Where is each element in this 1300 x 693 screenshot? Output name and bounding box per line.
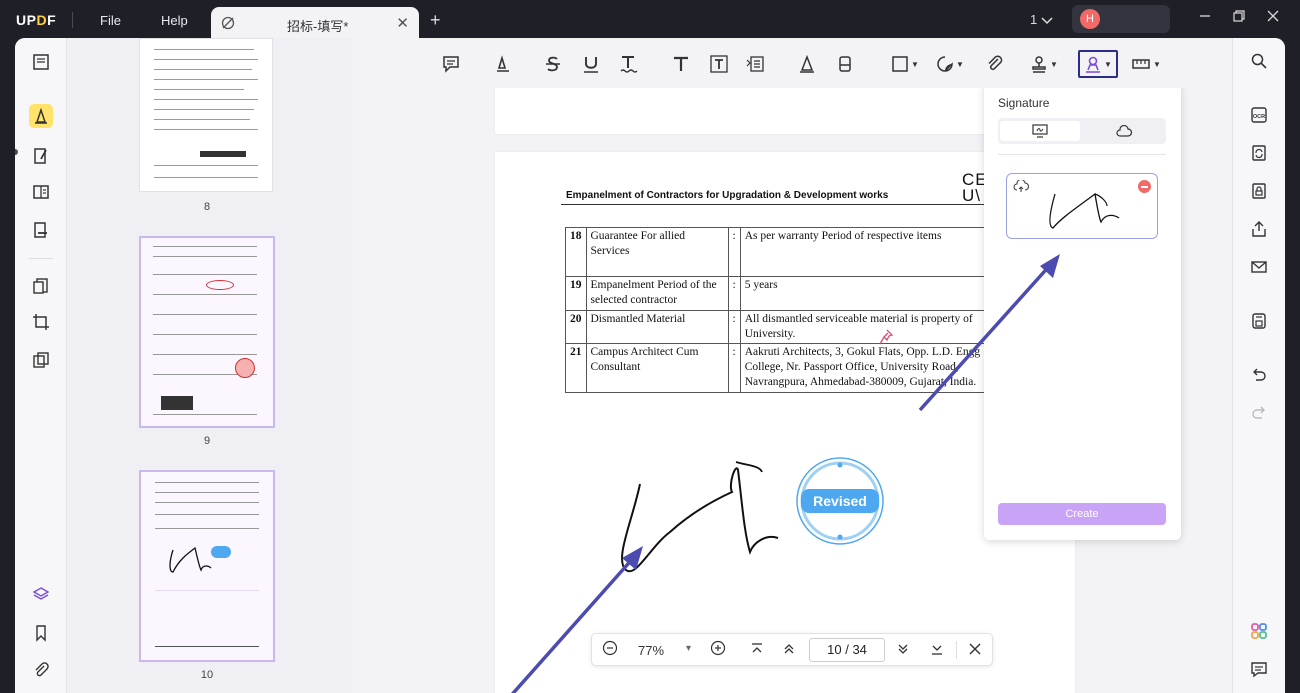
thumbnail-page-8[interactable] [139,38,273,192]
sticker-icon [937,56,953,72]
zoom-out-button[interactable] [602,640,618,656]
search-icon[interactable] [1248,50,1270,72]
signature-tool[interactable]: ▼ [1078,50,1118,78]
close-zoom-bar-button[interactable] [968,642,982,656]
reader-icon[interactable] [29,50,53,74]
undo-icon[interactable] [1248,364,1270,386]
zoom-dropdown-caret[interactable]: ▾ [686,643,691,654]
comment-tool-icon[interactable] [29,104,53,128]
first-page-button[interactable] [750,642,764,656]
right-toolbar: OCR [1232,38,1285,693]
annotation-arrows [510,254,1060,693]
pencil-icon[interactable] [794,51,820,77]
last-page-button[interactable] [930,642,944,656]
signature-icon [1086,56,1101,73]
user-account[interactable]: H [1072,5,1170,33]
ai-assistant-icon[interactable] [1248,620,1270,642]
paperclip-icon[interactable] [982,51,1008,77]
app-logo: UPDF [16,12,57,28]
tab-close-button[interactable]: ✕ [396,14,409,32]
tab-title: 招标-填写* [287,19,349,34]
thumbnail-label: 10 [200,669,214,681]
page-number-field[interactable]: 10 / 34 [809,638,885,662]
minus-circle-icon [602,640,618,656]
layers-icon[interactable] [29,582,53,606]
new-tab-button[interactable]: + [430,10,441,31]
rectangle-icon [892,56,908,72]
menu-help[interactable]: Help [161,13,188,28]
fill-sign-icon[interactable] [29,218,53,242]
stamp-icon [1032,56,1046,73]
share-icon[interactable] [1248,218,1270,240]
thumbnail-page-10[interactable] [139,470,275,662]
close-icon [969,643,981,655]
divider [956,641,957,659]
close-window-icon[interactable] [1266,9,1280,23]
minimize-icon[interactable] [1198,9,1212,23]
thumbnail-label: 9 [203,435,211,447]
unlink-icon [221,16,235,30]
next-page-button[interactable] [896,642,910,656]
strikethrough-icon[interactable] [540,51,566,77]
email-icon[interactable] [1248,256,1270,278]
app-body: 8 9 10 ▼ ▼ ▼ ▼ ▼ Empanelment of Contract… [15,38,1285,693]
note-icon[interactable] [438,51,464,77]
shape-tool[interactable]: ▼ [887,51,923,77]
thumbnail-page-9[interactable] [139,236,275,428]
signature-mini [169,546,212,573]
crop-icon[interactable] [29,310,53,334]
ruler-icon [1132,59,1150,69]
double-chevron-up-icon [784,644,794,654]
text-callout-icon[interactable] [742,51,768,77]
chevron-down-icon [1041,17,1053,25]
document-canvas[interactable]: Empanelment of Contractors for Upgradati… [352,88,1232,693]
document-tab[interactable]: 招标-填写* ✕ [211,7,419,40]
tools-icon[interactable] [29,348,53,372]
restore-icon[interactable] [1232,9,1246,23]
stamp-tool[interactable]: ▼ [1026,51,1062,77]
sticker-tool[interactable]: ▼ [932,51,968,77]
zoom-in-button[interactable] [710,640,726,656]
svg-text:OCR: OCR [1253,114,1265,120]
save-icon[interactable] [1248,310,1270,332]
zoom-bar: 77% ▾ 10 / 34 [591,633,993,666]
eraser-icon[interactable] [832,51,858,77]
thumbnail-label: 8 [203,201,211,213]
convert-icon[interactable] [1248,142,1270,164]
zoom-value[interactable]: 77% [638,643,664,658]
double-chevron-down-icon [898,644,908,654]
divider [29,258,53,259]
attachment-icon[interactable] [29,658,53,682]
bookmark-icon[interactable] [29,621,53,645]
protect-icon[interactable] [1248,180,1270,202]
comment-toolbar: ▼ ▼ ▼ ▼ ▼ [352,38,1232,88]
comments-list-icon[interactable] [1248,658,1270,680]
text-icon[interactable] [668,51,694,77]
thumbnail-panel: 8 9 10 [67,38,352,693]
organize-pages-icon[interactable] [29,274,53,298]
plus-circle-icon [710,640,726,656]
window-counter[interactable]: 1 [1030,12,1053,27]
measure-tool[interactable]: ▼ [1128,51,1164,77]
left-toolbar [15,38,67,693]
highlight-icon[interactable] [490,51,516,77]
avatar: H [1080,9,1100,29]
squiggly-icon[interactable] [615,51,641,77]
divider [72,12,73,28]
prev-page-button[interactable] [782,642,796,656]
menu-file[interactable]: File [100,13,121,28]
chevron-down-bar-icon [932,645,942,655]
textbox-icon[interactable] [706,51,732,77]
form-icon[interactable] [29,180,53,204]
title-bar: UPDF File Help 招标-填写* ✕ + 1 H [0,0,1300,40]
underline-icon[interactable] [578,51,604,77]
edit-pdf-icon[interactable] [29,144,53,168]
chevron-up-bar-icon [752,643,762,653]
ocr-icon[interactable]: OCR [1248,104,1270,126]
redo-icon[interactable] [1248,402,1270,424]
